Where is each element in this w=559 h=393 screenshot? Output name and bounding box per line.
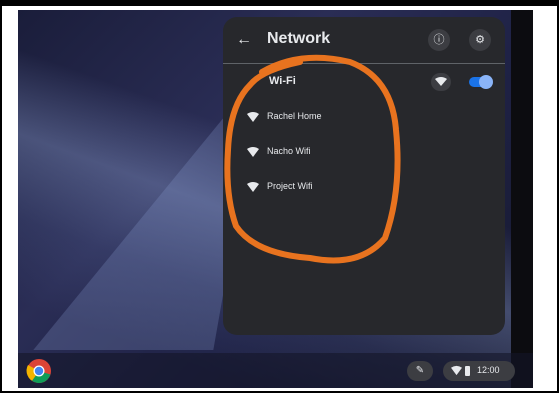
panel-title: Network [267, 30, 331, 47]
shelf: ✎ 12:00 [18, 353, 533, 388]
wifi-status-icon [451, 365, 462, 376]
panel-header: ← Network ⓘ ⚙ [223, 17, 505, 63]
chromeos-screen: ← Network ⓘ ⚙ Wi-Fi Rachel Home Nacho Wi… [18, 10, 533, 388]
wifi-label: Wi-Fi [269, 75, 296, 87]
back-arrow-icon[interactable]: ← [233, 29, 255, 51]
network-panel: ← Network ⓘ ⚙ Wi-Fi Rachel Home Nacho Wi… [223, 17, 505, 335]
battery-icon [465, 366, 470, 376]
chrome-icon[interactable] [26, 358, 52, 384]
stylus-icon[interactable]: ✎ [407, 361, 433, 381]
wifi-signal-icon [247, 182, 259, 192]
screen-bezel [511, 10, 533, 388]
wifi-toggle[interactable] [469, 75, 493, 89]
network-name: Project Wifi [267, 181, 313, 191]
status-tray[interactable]: 12:00 [443, 361, 515, 381]
network-item[interactable]: Nacho Wifi [223, 140, 505, 164]
network-item[interactable]: Project Wifi [223, 175, 505, 199]
wifi-signal-icon [247, 112, 259, 122]
network-name: Rachel Home [267, 111, 322, 121]
network-item[interactable]: Rachel Home [223, 105, 505, 129]
info-icon[interactable]: ⓘ [428, 29, 450, 51]
toggle-knob [479, 75, 493, 89]
gear-icon[interactable]: ⚙ [469, 29, 491, 51]
top-border [0, 0, 559, 6]
wifi-settings-icon[interactable] [431, 73, 451, 91]
header-divider [223, 63, 505, 64]
wifi-toggle-row: Wi-Fi [223, 69, 505, 95]
wifi-signal-icon [247, 147, 259, 157]
clock: 12:00 [477, 365, 500, 375]
network-name: Nacho Wifi [267, 146, 311, 156]
